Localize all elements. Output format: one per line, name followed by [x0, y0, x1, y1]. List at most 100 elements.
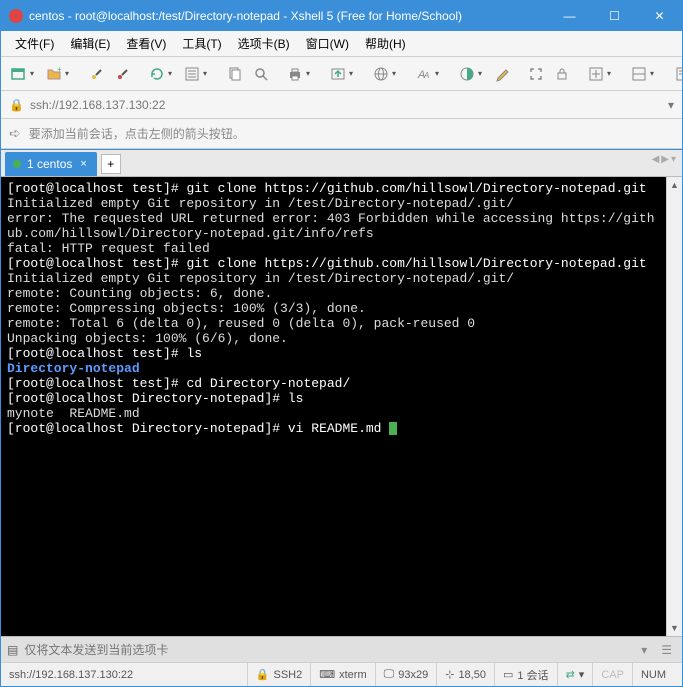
dropdown-icon: ▾ [304, 69, 312, 78]
dropdown-icon: ▾ [347, 69, 355, 78]
status-size: 🖵93x29 [375, 663, 437, 686]
compose-bar: ▤ ▾ ☰ [1, 636, 682, 662]
status-num: NUM [632, 663, 674, 686]
reconnect-button[interactable]: ▾ [145, 63, 178, 85]
svg-text:+: + [57, 66, 62, 74]
send-icon: ▤ [7, 643, 18, 657]
status-pos: ⊹18,50 [436, 663, 494, 686]
menu-tools[interactable]: 工具(T) [174, 32, 229, 55]
compose-target-button[interactable]: ▾ [637, 643, 651, 657]
lock-icon: 🔒 [256, 668, 270, 681]
network-icon: ⇄ [566, 668, 575, 681]
compose-input[interactable] [24, 643, 631, 657]
tab-next-button[interactable]: ▶ [661, 154, 669, 165]
fullscreen-button[interactable] [524, 63, 548, 85]
dropdown-icon: ▾ [63, 69, 71, 78]
copy-button[interactable] [223, 63, 247, 85]
dropdown-icon: ▾ [433, 69, 441, 78]
minimize-button[interactable]: — [547, 1, 592, 31]
info-bar: ➪ 要添加当前会话，点击左侧的箭头按钮。 [1, 119, 682, 149]
scroll-up-button[interactable]: ▲ [667, 177, 682, 193]
properties-button[interactable]: ▾ [180, 63, 213, 85]
connected-icon [13, 160, 21, 168]
menu-view[interactable]: 查看(V) [118, 32, 174, 55]
toolbar: ▾ +▾ ▾ ▾ ▾ ▾ ▾ AA▾ ▾ ▾ ▾ ▾ » [1, 57, 682, 91]
layout-button[interactable]: ▾ [627, 63, 660, 85]
cursor-pos-icon: ⊹ [445, 668, 454, 681]
sessions-icon: ▭ [503, 668, 513, 681]
tab-label: 1 centos [27, 157, 72, 171]
terminal-line: Unpacking objects: 100% (6/6), done. [7, 331, 660, 346]
compose-menu-button[interactable]: ☰ [657, 643, 676, 657]
dropdown-icon: ▾ [166, 69, 174, 78]
menu-help[interactable]: 帮助(H) [357, 32, 414, 55]
print-button[interactable]: ▾ [283, 63, 316, 85]
menubar: 文件(F) 编辑(E) 查看(V) 工具(T) 选项卡(B) 窗口(W) 帮助(… [1, 31, 682, 57]
maximize-button[interactable]: ☐ [592, 1, 637, 31]
color-button[interactable]: ▾ [455, 63, 488, 85]
menu-tab[interactable]: 选项卡(B) [230, 32, 298, 55]
status-bar: ssh://192.168.137.130:22 🔒SSH2 ⌨xterm 🖵9… [1, 662, 682, 686]
terminal-scrollbar[interactable]: ▲ ▼ [666, 177, 682, 636]
tab-prev-button[interactable]: ◀ [652, 154, 660, 165]
dropdown-icon: ▾ [201, 69, 209, 78]
terminal-line: Initialized empty Git repository in /tes… [7, 196, 660, 211]
terminal-line: Directory-notepad [7, 361, 660, 376]
status-caps: CAP [592, 663, 632, 686]
terminal-line: [root@localhost Directory-notepad]# vi R… [7, 421, 660, 436]
script-button[interactable]: ▾ [670, 63, 683, 85]
terminal-line: [root@localhost Directory-notepad]# ls [7, 391, 660, 406]
keyboard-icon: ⌨ [319, 668, 335, 681]
address-bar: 🔒 ssh://192.168.137.130:22 ▾ [1, 91, 682, 119]
terminal-line: [root@localhost test]# cd Directory-note… [7, 376, 660, 391]
find-button[interactable] [249, 63, 273, 85]
titlebar: centos - root@localhost:/test/Directory-… [1, 1, 682, 31]
scroll-down-button[interactable]: ▼ [667, 620, 682, 636]
tab-bar: 1 centos × + ◀ ▶ ▾ [1, 149, 682, 177]
tab-list-button[interactable]: ▾ [671, 154, 676, 165]
status-ssh: 🔒SSH2 [247, 663, 310, 686]
encoding-button[interactable]: ▾ [369, 63, 402, 85]
app-icon [9, 9, 23, 23]
network-dropdown[interactable]: ▾ [579, 668, 585, 681]
address-text[interactable]: ssh://192.168.137.130:22 [30, 98, 662, 112]
terminal-line: remote: Compressing objects: 100% (3/3),… [7, 301, 660, 316]
terminal-line: [root@localhost test]# git clone https:/… [7, 181, 660, 196]
dropdown-icon: ▾ [28, 69, 36, 78]
dropdown-icon: ▾ [605, 69, 613, 78]
info-arrow-icon[interactable]: ➪ [9, 125, 21, 142]
status-net: ⇄▾ [557, 663, 593, 686]
info-text: 要添加当前会话，点击左侧的箭头按钮。 [29, 125, 245, 142]
dropdown-icon: ▾ [648, 69, 656, 78]
lock-icon: 🔒 [9, 98, 24, 112]
menu-window[interactable]: 窗口(W) [298, 32, 357, 55]
disconnect-button[interactable] [111, 63, 135, 85]
tab-close-button[interactable]: × [78, 158, 88, 170]
status-connection: ssh://192.168.137.130:22 [9, 669, 247, 681]
terminal[interactable]: [root@localhost test]# git clone https:/… [1, 177, 666, 636]
terminal-line: Initialized empty Git repository in /tes… [7, 271, 660, 286]
new-session-button[interactable]: ▾ [7, 63, 40, 85]
close-button[interactable]: ✕ [637, 1, 682, 31]
status-sessions: ▭1 会话 [494, 663, 557, 686]
highlight-button[interactable] [490, 63, 514, 85]
add-tab-button[interactable]: + [101, 154, 121, 174]
compose-button[interactable]: ▾ [584, 63, 617, 85]
dropdown-icon: ▾ [476, 69, 484, 78]
menu-edit[interactable]: 编辑(E) [62, 32, 118, 55]
terminal-line: mynote README.md [7, 406, 660, 421]
monitor-icon: 🖵 [384, 668, 395, 681]
filetransfer-button[interactable]: ▾ [326, 63, 359, 85]
terminal-line: remote: Counting objects: 6, done. [7, 286, 660, 301]
address-dropdown[interactable]: ▾ [668, 98, 674, 112]
lock-button[interactable] [550, 63, 574, 85]
terminal-line: fatal: HTTP request failed [7, 241, 660, 256]
open-button[interactable]: +▾ [42, 63, 75, 85]
font-button[interactable]: AA▾ [412, 63, 445, 85]
menu-file[interactable]: 文件(F) [7, 32, 62, 55]
status-term: ⌨xterm [310, 663, 374, 686]
terminal-line: [root@localhost test]# ls [7, 346, 660, 361]
connect-button[interactable] [85, 63, 109, 85]
window-title: centos - root@localhost:/test/Directory-… [29, 9, 547, 23]
session-tab[interactable]: 1 centos × [5, 152, 97, 176]
